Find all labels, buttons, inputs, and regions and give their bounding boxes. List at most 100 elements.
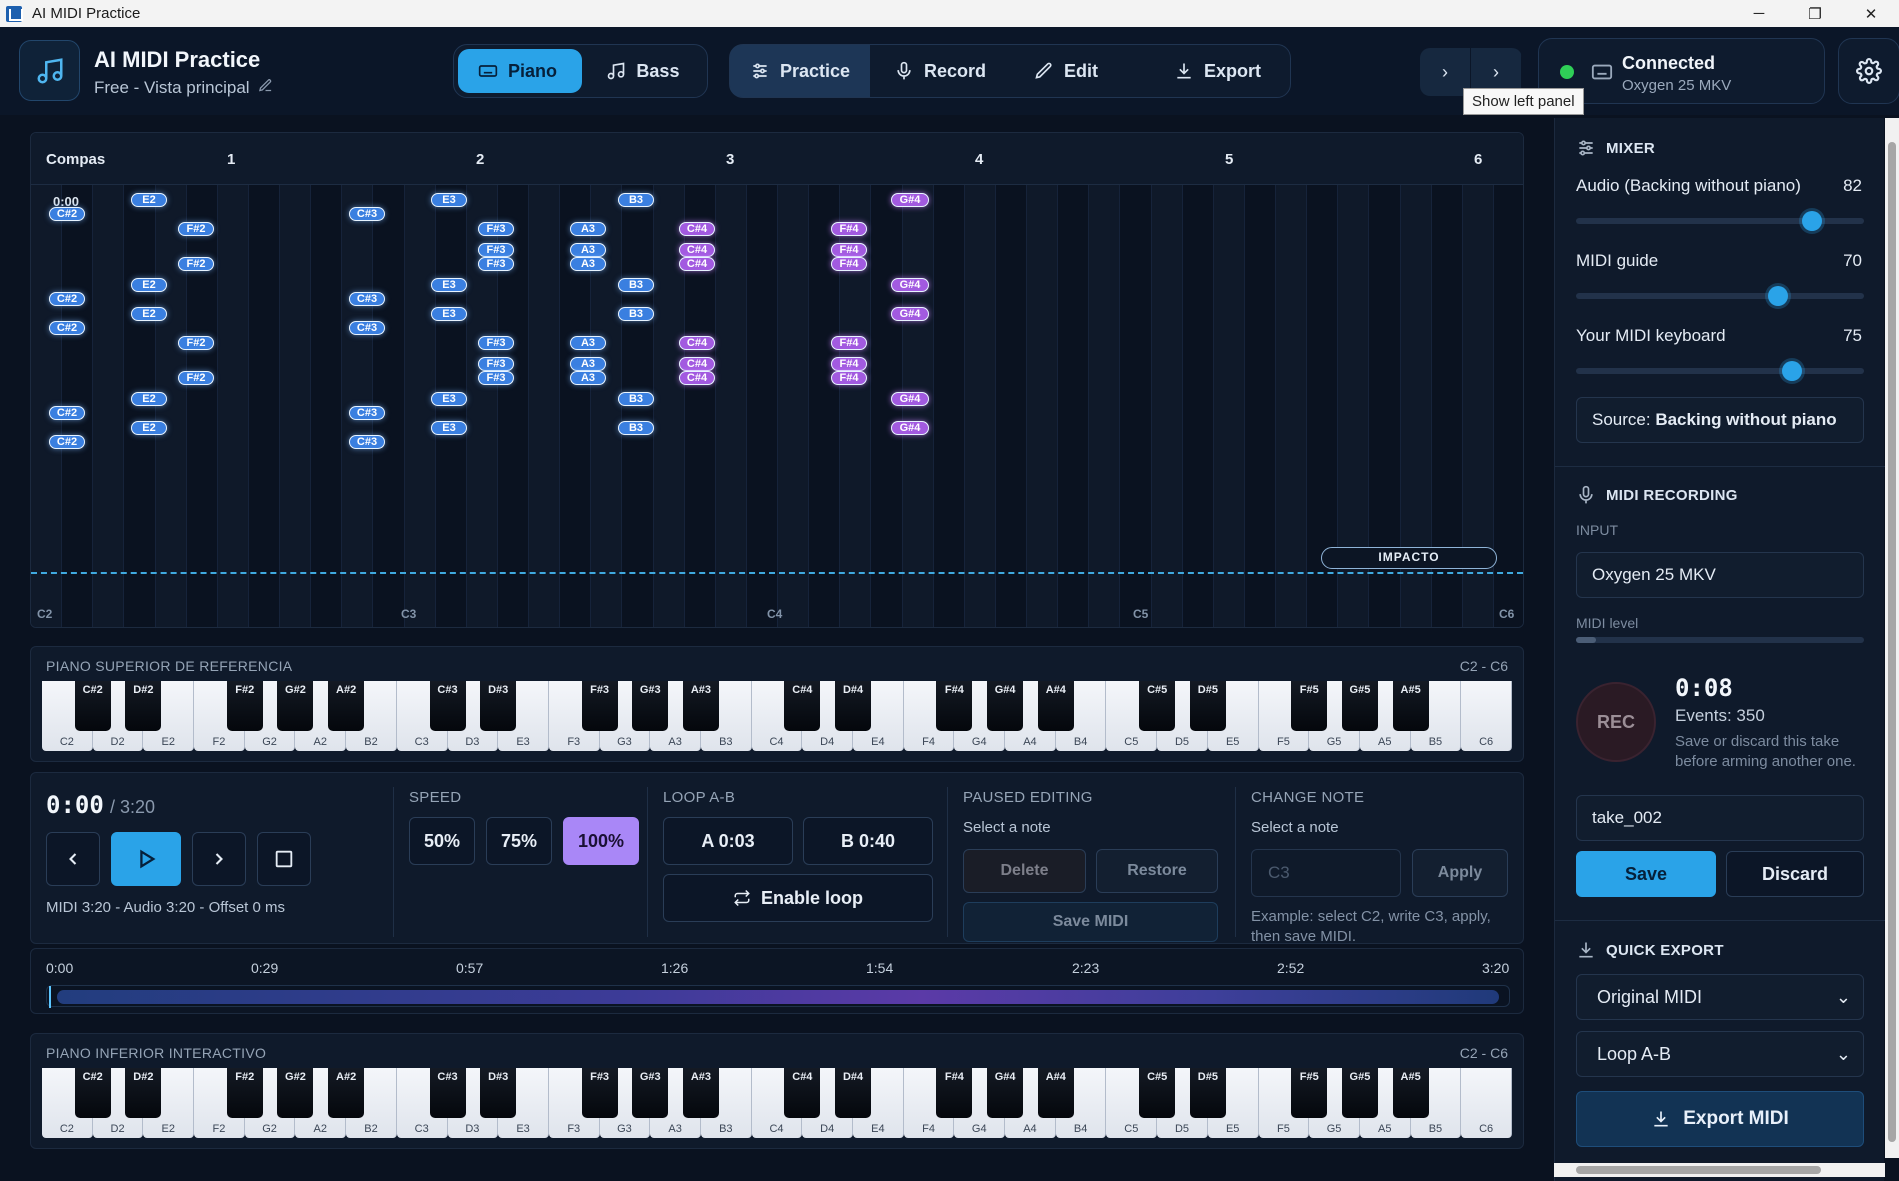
midi-note[interactable]: F#3 bbox=[478, 257, 514, 271]
midi-note[interactable]: B3 bbox=[618, 421, 654, 435]
midi-note[interactable]: F#4 bbox=[831, 371, 867, 385]
midi-note[interactable]: E2 bbox=[131, 392, 167, 406]
scroll-thumb[interactable] bbox=[1888, 142, 1896, 1142]
black-key[interactable]: D#5 bbox=[1189, 1068, 1226, 1118]
midi-note[interactable]: F#3 bbox=[478, 243, 514, 257]
midi-note[interactable]: C#4 bbox=[679, 371, 715, 385]
midi-note[interactable]: F#4 bbox=[831, 336, 867, 350]
next-button[interactable] bbox=[192, 832, 246, 886]
midi-note[interactable]: C#3 bbox=[349, 292, 385, 306]
midi-note[interactable]: G#4 bbox=[891, 278, 929, 292]
rec-button[interactable]: REC bbox=[1576, 682, 1656, 762]
restore-button[interactable]: ❐ bbox=[1787, 0, 1843, 27]
scroll-thumb[interactable] bbox=[1576, 1166, 1821, 1174]
midi-note[interactable]: C#4 bbox=[679, 243, 715, 257]
black-key[interactable]: G#2 bbox=[277, 681, 314, 731]
delete-note-button[interactable]: Delete bbox=[963, 849, 1086, 893]
black-key[interactable]: C#5 bbox=[1139, 1068, 1176, 1118]
midi-note[interactable]: G#4 bbox=[891, 307, 929, 321]
black-key[interactable]: G#3 bbox=[632, 1068, 669, 1118]
midi-note[interactable]: F#2 bbox=[178, 222, 214, 236]
black-key[interactable]: F#3 bbox=[581, 1068, 618, 1118]
play-button[interactable] bbox=[111, 832, 181, 886]
black-key[interactable]: A#3 bbox=[682, 1068, 719, 1118]
white-key[interactable]: C6 bbox=[1461, 681, 1512, 751]
midi-note[interactable]: E3 bbox=[431, 421, 467, 435]
export-range-select[interactable]: Loop A-B ⌄ bbox=[1576, 1031, 1864, 1077]
loop-b-button[interactable]: B 0:40 bbox=[803, 817, 933, 865]
black-key[interactable]: D#2 bbox=[125, 1068, 162, 1118]
black-key[interactable]: D#5 bbox=[1189, 681, 1226, 731]
black-key[interactable]: G#4 bbox=[987, 1068, 1024, 1118]
midi-note[interactable]: F#4 bbox=[831, 222, 867, 236]
black-key[interactable]: G#5 bbox=[1341, 681, 1378, 731]
midi-note[interactable]: B3 bbox=[618, 193, 654, 207]
impacto-marker[interactable]: IMPACTO bbox=[1321, 547, 1497, 569]
source-selector[interactable]: Source: Backing without piano bbox=[1576, 397, 1864, 443]
slider-thumb[interactable] bbox=[1802, 211, 1823, 231]
midi-note[interactable]: F#4 bbox=[831, 257, 867, 271]
black-key[interactable]: F#4 bbox=[936, 681, 973, 731]
midi-note[interactable]: E3 bbox=[431, 193, 467, 207]
tab-record[interactable]: Record bbox=[874, 49, 1010, 93]
midi-note[interactable]: F#2 bbox=[178, 336, 214, 350]
midi-note[interactable]: E3 bbox=[431, 307, 467, 321]
black-key[interactable]: D#4 bbox=[835, 681, 872, 731]
slider-thumb[interactable] bbox=[1767, 286, 1788, 306]
midi-note[interactable]: A3 bbox=[570, 243, 606, 257]
speed-100-button[interactable]: 100% bbox=[563, 817, 639, 865]
stop-button[interactable] bbox=[257, 832, 311, 886]
black-key[interactable]: G#4 bbox=[987, 681, 1024, 731]
tab-export[interactable]: Export bbox=[1154, 49, 1290, 93]
midi-note[interactable]: C#3 bbox=[349, 406, 385, 420]
keyboard-slider[interactable] bbox=[1576, 361, 1864, 381]
midi-note[interactable]: C#2 bbox=[49, 207, 85, 221]
black-key[interactable]: F#5 bbox=[1291, 1068, 1328, 1118]
black-key[interactable]: C#3 bbox=[429, 681, 466, 731]
close-button[interactable]: ✕ bbox=[1843, 0, 1899, 27]
keyboard[interactable]: C2 D2 E2 F2 G2 A2 B2 C3 D3 E3 F3 G3 A3 B3 C4 D4 E4 F4 G4 A4… bbox=[42, 1068, 1512, 1138]
midi-note[interactable]: F#3 bbox=[478, 371, 514, 385]
midi-note[interactable]: B3 bbox=[618, 307, 654, 321]
midi-note[interactable]: A3 bbox=[570, 222, 606, 236]
black-key[interactable]: F#5 bbox=[1291, 681, 1328, 731]
black-key[interactable]: C#4 bbox=[784, 681, 821, 731]
take-name-input[interactable]: take_002 bbox=[1576, 795, 1864, 841]
black-key[interactable]: F#2 bbox=[226, 681, 263, 731]
note-input[interactable]: C3 bbox=[1251, 849, 1401, 897]
edit-name-icon[interactable] bbox=[258, 78, 273, 98]
black-key[interactable]: A#5 bbox=[1392, 1068, 1429, 1118]
midi-note[interactable]: E2 bbox=[131, 307, 167, 321]
horizontal-scrollbar[interactable] bbox=[1554, 1163, 1885, 1177]
midi-note[interactable]: G#4 bbox=[891, 193, 929, 207]
black-key[interactable]: D#2 bbox=[125, 681, 162, 731]
midi-note[interactable]: B3 bbox=[618, 392, 654, 406]
midi-note[interactable]: G#4 bbox=[891, 392, 929, 406]
midi-note[interactable]: C#3 bbox=[349, 207, 385, 221]
black-key[interactable]: A#4 bbox=[1037, 681, 1074, 731]
midi-note[interactable]: F#4 bbox=[831, 357, 867, 371]
black-key[interactable]: F#2 bbox=[226, 1068, 263, 1118]
midi-note[interactable]: F#2 bbox=[178, 371, 214, 385]
midi-note[interactable]: C#2 bbox=[49, 321, 85, 335]
audio-slider[interactable] bbox=[1576, 211, 1864, 231]
black-key[interactable]: D#4 bbox=[835, 1068, 872, 1118]
black-key[interactable]: G#2 bbox=[277, 1068, 314, 1118]
midi-note[interactable]: F#3 bbox=[478, 222, 514, 236]
discard-take-button[interactable]: Discard bbox=[1726, 851, 1864, 897]
black-key[interactable]: C#2 bbox=[74, 681, 111, 731]
timeline-cursor[interactable] bbox=[49, 986, 51, 1008]
midi-note[interactable]: C#4 bbox=[679, 336, 715, 350]
speed-75-button[interactable]: 75% bbox=[486, 817, 552, 865]
settings-button[interactable] bbox=[1838, 38, 1899, 104]
timeline[interactable]: 0:00 0:29 0:57 1:26 1:54 2:23 2:52 3:20 bbox=[30, 948, 1524, 1014]
minimize-button[interactable]: ─ bbox=[1731, 0, 1787, 27]
input-device-field[interactable]: Oxygen 25 MKV bbox=[1576, 552, 1864, 598]
midi-note[interactable]: A3 bbox=[570, 336, 606, 350]
midi-note[interactable]: F#2 bbox=[178, 257, 214, 271]
black-key[interactable]: G#3 bbox=[632, 681, 669, 731]
black-key[interactable]: A#4 bbox=[1037, 1068, 1074, 1118]
black-key[interactable]: A#5 bbox=[1392, 681, 1429, 731]
midi-note[interactable]: C#2 bbox=[49, 435, 85, 449]
black-key[interactable]: D#3 bbox=[480, 681, 517, 731]
